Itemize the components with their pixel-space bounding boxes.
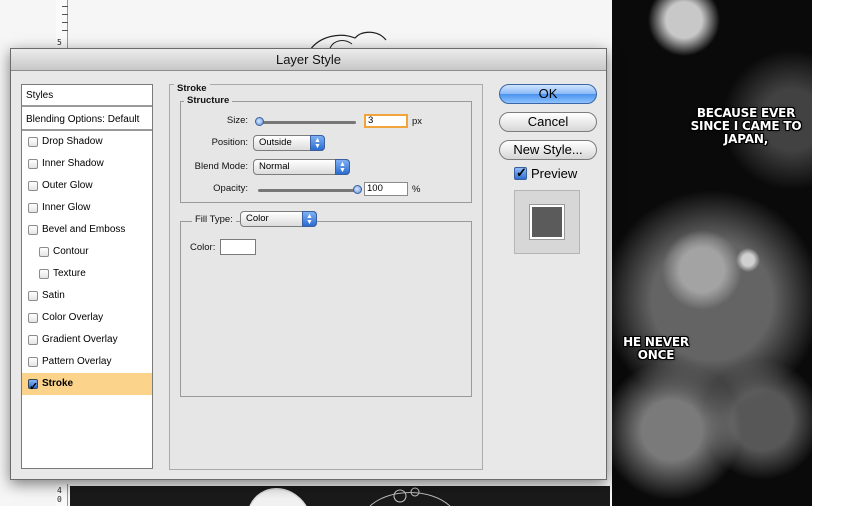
style-item-label: Gradient Overlay [42, 334, 118, 345]
manga-page-edge [812, 0, 843, 506]
style-item-label: Contour [53, 246, 89, 257]
speech-line: JAPAN, [723, 132, 769, 146]
style-preview [514, 190, 580, 254]
style-checkbox[interactable] [39, 247, 49, 257]
blending-options-item[interactable]: Blending Options: Default [22, 109, 152, 131]
style-checkbox[interactable] [28, 313, 38, 323]
preview-checkbox[interactable] [514, 165, 527, 181]
style-item-contour[interactable]: Contour [22, 241, 152, 263]
style-item-gradient-overlay[interactable]: Gradient Overlay [22, 329, 152, 351]
style-checkbox[interactable] [39, 269, 49, 279]
style-checkbox[interactable] [28, 376, 38, 398]
layer-style-dialog: Layer Style Styles Blending Options: Def… [10, 48, 607, 480]
styles-header[interactable]: Styles [22, 85, 152, 107]
screen: 5 4 0 BECAUSE EVER SINCE I CAME TO JAPAN… [0, 0, 843, 506]
style-item-label: Stroke [42, 378, 74, 389]
speech-text: HE NEVER ONCE [616, 336, 696, 362]
fill-type-value: Color [246, 213, 269, 224]
style-checkbox[interactable] [28, 203, 38, 213]
cancel-button[interactable]: Cancel [499, 112, 597, 132]
ruler-number: 5 [57, 38, 62, 47]
blend-mode-value: Normal [259, 161, 290, 172]
style-item-inner-glow[interactable]: Inner Glow [22, 197, 152, 219]
new-style-button[interactable]: New Style... [499, 140, 597, 160]
style-item-bevel-and-emboss[interactable]: Bevel and Emboss [22, 219, 152, 241]
style-item-label: Pattern Overlay [42, 356, 112, 367]
style-item-label: Inner Glow [42, 202, 91, 213]
fill-type-dropdown[interactable]: Color ▲ ▼ [240, 211, 317, 227]
style-checkbox[interactable] [28, 225, 38, 235]
preview-swatch [529, 204, 565, 240]
style-item-label: Drop Shadow [42, 136, 103, 147]
chevron-updown-icon: ▲ ▼ [302, 211, 317, 227]
manga-panel-dark [612, 0, 812, 506]
style-item-inner-shadow[interactable]: Inner Shadow [22, 153, 152, 175]
size-slider-thumb[interactable] [255, 117, 264, 126]
style-checkbox[interactable] [28, 181, 38, 191]
structure-title: Structure [184, 95, 233, 106]
style-item-color-overlay[interactable]: Color Overlay [22, 307, 152, 329]
stroke-section-title: Stroke [174, 83, 210, 94]
manga-line-art [70, 486, 610, 506]
ruler-number: 4 [57, 486, 62, 495]
style-checkbox[interactable] [28, 335, 38, 345]
style-item-drop-shadow[interactable]: Drop Shadow [22, 131, 152, 153]
opacity-label: Opacity: [213, 183, 248, 194]
position-dropdown[interactable]: Outside ▲ ▼ [253, 135, 325, 151]
stroke-color-swatch[interactable] [220, 239, 256, 255]
opacity-unit: % [412, 184, 421, 195]
style-item-label: Inner Shadow [42, 158, 104, 169]
style-checkbox[interactable] [28, 291, 38, 301]
style-item-label: Satin [42, 290, 65, 301]
stroke-settings-panel: Stroke Structure Size: 3 px Position: Ou… [169, 83, 483, 470]
preview-toggle[interactable]: Preview [514, 165, 578, 181]
style-checkbox[interactable] [28, 137, 38, 147]
style-item-label: Outer Glow [42, 180, 93, 191]
position-value: Outside [259, 137, 292, 148]
ok-button[interactable]: OK [499, 84, 597, 104]
style-item-label: Color Overlay [42, 312, 104, 323]
chevron-updown-icon: ▲ ▼ [310, 135, 325, 151]
ruler-number: 0 [57, 495, 62, 504]
styles-list: Styles Blending Options: Default Drop Sh… [21, 84, 153, 469]
opacity-slider-thumb[interactable] [353, 185, 362, 194]
speech-text: BECAUSE EVER SINCE I CAME TO JAPAN, [684, 107, 808, 146]
size-label: Size: [226, 115, 248, 126]
size-unit: px [412, 116, 423, 127]
style-item-pattern-overlay[interactable]: Pattern Overlay [22, 351, 152, 373]
style-item-satin[interactable]: Satin [22, 285, 152, 307]
speech-line: ONCE [637, 348, 675, 362]
blend-mode-dropdown[interactable]: Normal ▲ ▼ [253, 159, 350, 175]
style-checkbox[interactable] [28, 357, 38, 367]
style-item-texture[interactable]: Texture [22, 263, 152, 285]
style-item-outer-glow[interactable]: Outer Glow [22, 175, 152, 197]
style-checkbox[interactable] [28, 159, 38, 169]
fill-type-label: Fill Type: [192, 214, 236, 225]
dialog-title[interactable]: Layer Style [11, 49, 606, 71]
size-input[interactable]: 3 [364, 114, 408, 128]
opacity-slider-track[interactable] [258, 189, 356, 192]
chevron-updown-icon: ▲ ▼ [335, 159, 350, 175]
position-label: Position: [211, 137, 248, 148]
preview-label: Preview [531, 166, 578, 181]
opacity-input[interactable]: 100 [364, 182, 408, 196]
style-item-stroke[interactable]: Stroke [22, 373, 152, 398]
style-item-label: Texture [53, 268, 86, 279]
style-item-label: Bevel and Emboss [42, 224, 126, 235]
blend-mode-label: Blend Mode: [194, 161, 248, 172]
vertical-ruler-bottom: 4 0 [56, 484, 68, 506]
size-slider-track[interactable] [258, 121, 356, 124]
